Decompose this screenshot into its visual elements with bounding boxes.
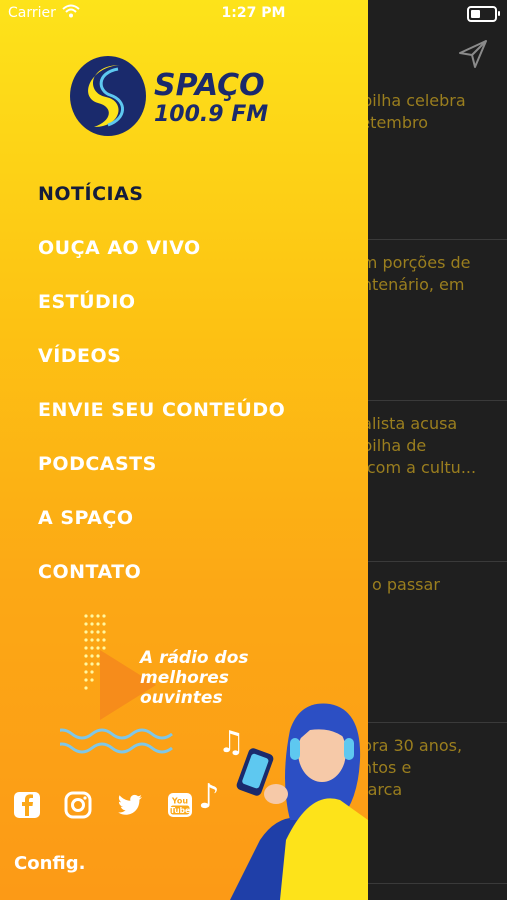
- status-bar: Carrier 1:27 PM: [0, 0, 507, 28]
- status-time: 1:27 PM: [221, 5, 286, 21]
- send-icon[interactable]: [457, 38, 489, 70]
- twitter-icon[interactable]: [114, 790, 144, 820]
- menu-item-podcasts[interactable]: PODCASTS: [38, 450, 285, 504]
- svg-text:100.9 FM: 100.9 FM: [154, 102, 268, 127]
- menu-item-contato[interactable]: CONTATO: [38, 558, 285, 612]
- spaco-fm-logo: SPAÇO 100.9 FM: [70, 56, 268, 136]
- svg-text:You: You: [171, 797, 189, 806]
- battery-icon: [467, 6, 500, 22]
- svg-text:♫: ♫: [218, 725, 245, 760]
- facebook-icon[interactable]: [12, 790, 42, 820]
- config-button[interactable]: Config.: [14, 853, 85, 874]
- girl-with-headphones-illustration: ♫ ♪: [198, 703, 368, 900]
- news-item-title: o passar: [372, 575, 440, 594]
- menu-item-noticias[interactable]: NOTÍCIAS: [38, 180, 285, 234]
- youtube-icon[interactable]: You Tube: [165, 790, 195, 820]
- menu-item-a-spaco[interactable]: A SPAÇO: [38, 504, 285, 558]
- news-item-title: om porções de entenário, em: [352, 253, 471, 294]
- menu-item-envie-seu-conteudo[interactable]: ENVIE SEU CONTEÚDO: [38, 396, 285, 450]
- news-item-title: nalista acusa upilha de o com a cultu...: [352, 414, 477, 477]
- menu-item-videos[interactable]: VÍDEOS: [38, 342, 285, 396]
- navigation-drawer: SPAÇO 100.9 FM NOTÍCIAS OUÇA AO VIVO EST…: [0, 0, 368, 900]
- svg-text:♪: ♪: [198, 777, 220, 817]
- news-item-title: ebra 30 anos, entos e marca: [352, 736, 463, 799]
- svg-text:Tube: Tube: [170, 806, 190, 815]
- menu-item-ouca-ao-vivo[interactable]: OUÇA AO VIVO: [38, 234, 285, 288]
- instagram-icon[interactable]: [63, 790, 93, 820]
- svg-text:SPAÇO: SPAÇO: [154, 68, 265, 103]
- social-links: You Tube: [12, 790, 195, 820]
- main-menu: NOTÍCIAS OUÇA AO VIVO ESTÚDIO VÍDEOS ENV…: [38, 180, 285, 612]
- menu-item-estudio[interactable]: ESTÚDIO: [38, 288, 285, 342]
- news-item-title: upilha celebra setembro: [352, 91, 466, 132]
